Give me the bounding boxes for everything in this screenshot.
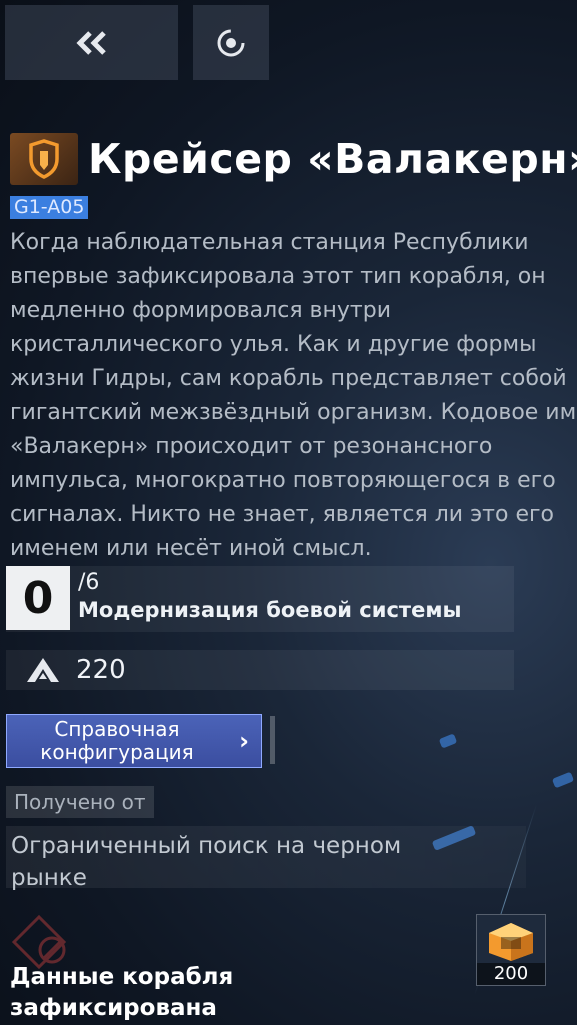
- ship-data-title: Данные корабля зафиксирована: [10, 964, 234, 1021]
- power-rating-icon: [27, 658, 59, 682]
- target-icon: [217, 29, 245, 56]
- ship-description: Когда наблюдательная станция Республики …: [10, 230, 577, 561]
- source-heading-tag: Получено от: [6, 786, 154, 818]
- chevron-right-icon: ›: [239, 727, 249, 755]
- double-chevron-left-icon: [75, 30, 106, 55]
- reward-item[interactable]: 200: [476, 914, 546, 986]
- shield-emblem-icon: [10, 133, 78, 185]
- power-rating-value: 220: [76, 655, 126, 685]
- reference-configuration-label: Справочная конфигурация: [40, 717, 194, 764]
- combat-system-upgrade-panel: 0 /6 Модернизация боевой системы: [6, 566, 514, 632]
- background-streak: [551, 771, 575, 789]
- upgrade-current-level: 0: [6, 566, 70, 630]
- reference-configuration-button[interactable]: Справочная конфигурация ›: [6, 714, 262, 768]
- upgrade-label: Модернизация боевой системы: [78, 598, 462, 622]
- ship-title-row: Крейсер «Валакерн»: [10, 128, 577, 190]
- back-button[interactable]: [5, 5, 178, 80]
- background-streak: [438, 733, 458, 749]
- crystal-cube-icon: [489, 923, 533, 961]
- power-rating-panel: 220: [6, 650, 514, 690]
- ship-title: Крейсер «Валакерн»: [88, 135, 577, 183]
- ship-code-badge: G1-A05: [10, 196, 89, 219]
- divider: [270, 716, 275, 764]
- reward-quantity: 200: [477, 963, 545, 985]
- upgrade-max-level: /6: [78, 570, 100, 595]
- focus-view-button[interactable]: [193, 5, 269, 80]
- source-panel: Ограниченный поиск на черном рынке: [6, 826, 526, 891]
- source-description: Ограниченный поиск на черном рынке: [11, 833, 402, 891]
